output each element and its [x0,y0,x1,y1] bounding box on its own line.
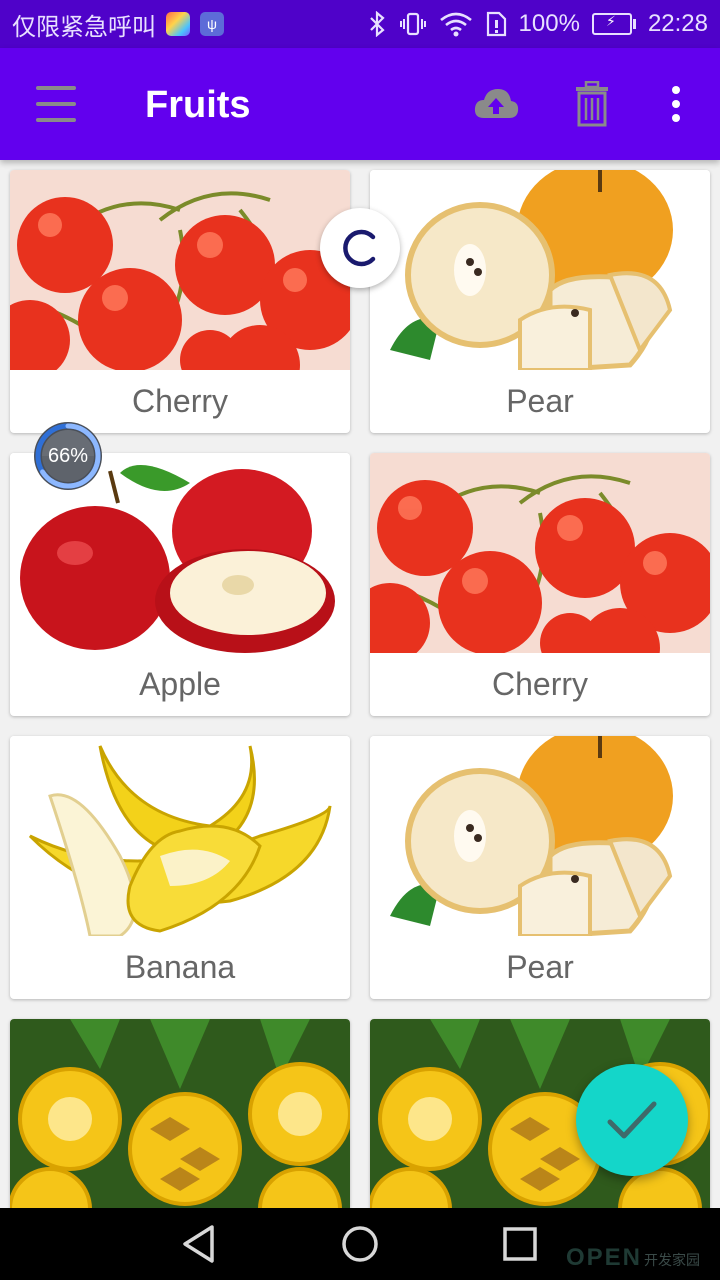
app-bar: Fruits [0,48,720,160]
back-icon[interactable] [178,1222,222,1266]
wifi-icon [439,12,472,37]
watermark-logo: OPEN 开发家园 [566,1244,700,1272]
cherry-image [370,453,710,653]
fruit-label: Banana [124,949,236,985]
colorful-app-icon [166,12,190,36]
battery-charging-icon [591,13,636,35]
fruit-card[interactable]: Apple [10,453,350,716]
more-vert-icon[interactable] [650,78,702,130]
fruit-card[interactable]: Pear [370,170,710,433]
clock: 22:28 [647,10,708,37]
menu-icon[interactable] [36,86,78,122]
watermark-brand: OPEN [566,1244,643,1271]
page-title: Fruits [145,84,251,126]
recents-icon[interactable] [498,1222,542,1266]
usb-icon: ψ [200,12,224,36]
refresh-spinner-icon [320,208,400,288]
progress-text: 66% [47,444,89,467]
pear-image [370,736,710,936]
cherry-image [10,170,350,370]
pineapple-image [10,1019,350,1208]
fruit-label: Pear [506,383,574,419]
battery-percent: 100% [518,10,580,37]
fruit-card[interactable]: Cherry [10,170,350,433]
cloud-upload-icon[interactable] [470,78,522,130]
confirm-fab-button[interactable] [576,1064,688,1176]
bluetooth-icon [369,11,385,37]
fruit-label: Cherry [491,666,588,702]
fruit-card[interactable] [10,1019,350,1208]
carrier-text: 仅限紧急呼叫 [12,13,156,41]
watermark-suffix: 开发家园 [644,1252,701,1268]
fruit-card[interactable]: Banana [10,736,350,999]
vibrate-icon [399,12,426,36]
trash-icon[interactable] [566,78,618,130]
fruit-label: Apple [139,666,221,702]
fruit-card[interactable]: Pear [370,736,710,999]
pear-image [370,170,710,370]
check-icon [607,1101,657,1139]
fruit-label: Pear [506,949,574,985]
banana-image [10,736,350,936]
status-bar: 仅限紧急呼叫 ψ 100% 22:28 [0,0,720,48]
progress-indicator: 66% [32,420,104,492]
fruit-card[interactable]: Cherry [370,453,710,716]
home-icon[interactable] [338,1222,382,1266]
fruit-grid: Cherry Pear Apple Cherry Banana Pear [0,160,720,1208]
sim-alert-icon [486,11,506,37]
